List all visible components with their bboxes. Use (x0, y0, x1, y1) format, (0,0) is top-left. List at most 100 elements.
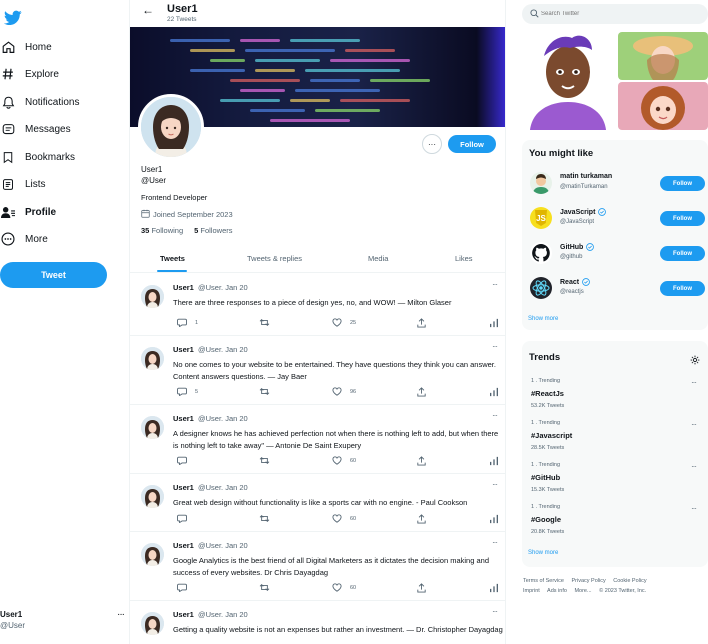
tweet[interactable]: User1 @User. Jan 20 ··· A designer knows he… (130, 405, 505, 474)
nav-notifications[interactable]: Notifications (0, 91, 79, 113)
tweet-avatar[interactable] (141, 285, 164, 308)
tweet-avatar[interactable] (141, 612, 164, 635)
footer-more-link[interactable]: More... (574, 588, 591, 594)
profile-more-button[interactable]: ··· (422, 134, 442, 154)
reply-button[interactable]: 5 (177, 387, 198, 396)
like-button[interactable]: 25 (332, 318, 356, 327)
reply-button[interactable] (177, 514, 195, 523)
tweet[interactable]: User1 @User. Jan 20 ··· No one comes to you… (130, 336, 505, 405)
nav-explore[interactable]: Explore (0, 63, 59, 85)
trends-show-more[interactable]: Show more (528, 550, 558, 556)
trend-item[interactable]: 1 . Trending #ReactJs 53.2K Tweets ··· (522, 378, 708, 420)
like-button[interactable]: 60 (332, 456, 356, 465)
back-arrow-icon[interactable]: ← (142, 3, 154, 17)
trend-more-icon[interactable]: ··· (691, 378, 697, 387)
retweet-button[interactable] (259, 387, 270, 396)
tweet-more-icon[interactable]: ··· (492, 280, 498, 289)
suggestion-item[interactable]: JS JavaScript @JavaScript Follow (522, 202, 708, 234)
tweet[interactable]: User1 @User. Jan 20 ··· Getting a quality w… (130, 601, 505, 644)
tweet-author-name[interactable]: User1 (173, 345, 194, 354)
tweet-author-name[interactable]: User1 (173, 414, 194, 423)
analytics-button[interactable] (489, 583, 499, 593)
tweet-author-name[interactable]: User1 (173, 541, 194, 550)
search-bar[interactable] (522, 4, 708, 24)
nav-profile[interactable]: Profile (0, 201, 56, 223)
retweet-button[interactable] (259, 318, 270, 327)
analytics-button[interactable] (489, 514, 499, 524)
tweet-more-icon[interactable]: ··· (492, 538, 498, 547)
profile-avatar[interactable] (138, 94, 204, 160)
tab-likes[interactable]: Likes (455, 254, 473, 263)
tweet[interactable]: User1 @User. Jan 20 ··· Great web design wi… (130, 474, 505, 532)
trend-item[interactable]: 1 . Trending #GitHub 15.3K Tweets ··· (522, 462, 708, 504)
tweet-button[interactable]: Tweet (0, 262, 107, 288)
share-button[interactable] (417, 583, 426, 593)
trend-item[interactable]: 1 . Trending #Google 20.8K Tweets ··· (522, 504, 708, 546)
analytics-button[interactable] (489, 456, 499, 466)
nav-lists[interactable]: Lists (0, 173, 46, 195)
javascript-logo-icon[interactable]: JS (530, 207, 552, 229)
like-button[interactable]: 60 (332, 583, 356, 592)
suggestion-follow-button[interactable]: Follow (660, 176, 705, 191)
footer-imprint-link[interactable]: Imprint (523, 588, 540, 594)
share-button[interactable] (417, 456, 426, 466)
suggestion-follow-button[interactable]: Follow (660, 281, 705, 296)
suggestion-item[interactable]: matin turkaman @matinTurkaman Follow (522, 167, 708, 199)
nav-home[interactable]: Home (0, 36, 52, 58)
account-more-icon[interactable]: ··· (117, 609, 125, 620)
tweet-avatar[interactable] (141, 485, 164, 508)
suggestions-show-more[interactable]: Show more (528, 316, 558, 322)
tweet-author-name[interactable]: User1 (173, 283, 194, 292)
footer-ads-link[interactable]: Ads info (547, 588, 567, 594)
footer-privacy-link[interactable]: Privacy Policy (572, 578, 606, 584)
footer-cookie-link[interactable]: Cookie Policy (613, 578, 646, 584)
nav-more[interactable]: More (0, 228, 48, 250)
reply-button[interactable] (177, 583, 195, 592)
media-preview-grid[interactable] (522, 32, 708, 130)
tweet-avatar[interactable] (141, 543, 164, 566)
tweet-author-name[interactable]: User1 (173, 483, 194, 492)
tab-media[interactable]: Media (368, 254, 388, 263)
suggestion-item[interactable]: React @reactjs Follow (522, 272, 708, 304)
retweet-button[interactable] (259, 456, 270, 465)
follow-button[interactable]: Follow (448, 135, 496, 153)
suggestion-follow-button[interactable]: Follow (660, 246, 705, 261)
github-logo-icon[interactable] (530, 242, 552, 264)
reply-button[interactable] (177, 456, 195, 465)
share-button[interactable] (417, 387, 426, 397)
tweet[interactable]: User1 @User. Jan 20 ··· Google Analytics is… (130, 532, 505, 601)
retweet-button[interactable] (259, 583, 270, 592)
retweet-button[interactable] (259, 514, 270, 523)
tweet-more-icon[interactable]: ··· (492, 480, 498, 489)
gear-icon[interactable] (690, 352, 700, 370)
tweet-author-name[interactable]: User1 (173, 610, 194, 619)
search-input[interactable] (541, 11, 691, 17)
like-button[interactable]: 60 (332, 514, 356, 523)
suggestion-item[interactable]: GitHub @github Follow (522, 237, 708, 269)
suggestion-follow-button[interactable]: Follow (660, 211, 705, 226)
share-button[interactable] (417, 318, 426, 328)
react-logo-icon[interactable] (530, 277, 552, 299)
account-switcher[interactable]: User1 @User ··· (0, 606, 128, 632)
nav-messages[interactable]: Messages (0, 118, 71, 140)
trend-item[interactable]: 1 . Trending #Javascript 28.5K Tweets ··· (522, 420, 708, 462)
trend-more-icon[interactable]: ··· (691, 462, 697, 471)
like-button[interactable]: 96 (332, 387, 356, 396)
twitter-logo-icon[interactable] (3, 10, 22, 26)
followers-stat[interactable]: 5 Followers (194, 226, 232, 235)
tweet-more-icon[interactable]: ··· (492, 607, 498, 616)
tweet-more-icon[interactable]: ··· (492, 342, 498, 351)
tab-tweets-replies[interactable]: Tweets & replies (247, 254, 302, 263)
trend-more-icon[interactable]: ··· (691, 504, 697, 513)
share-button[interactable] (417, 514, 426, 524)
reply-button[interactable]: 1 (177, 318, 198, 327)
analytics-button[interactable] (489, 318, 499, 328)
tab-tweets[interactable]: Tweets (160, 254, 185, 263)
tweet-more-icon[interactable]: ··· (492, 411, 498, 420)
footer-terms-link[interactable]: Terms of Service (523, 578, 564, 584)
matin-turkaman-avatar[interactable] (530, 172, 552, 194)
trend-more-icon[interactable]: ··· (691, 420, 697, 429)
tweet-avatar[interactable] (141, 416, 164, 439)
tweet-avatar[interactable] (141, 347, 164, 370)
nav-bookmarks[interactable]: Bookmarks (0, 146, 75, 168)
